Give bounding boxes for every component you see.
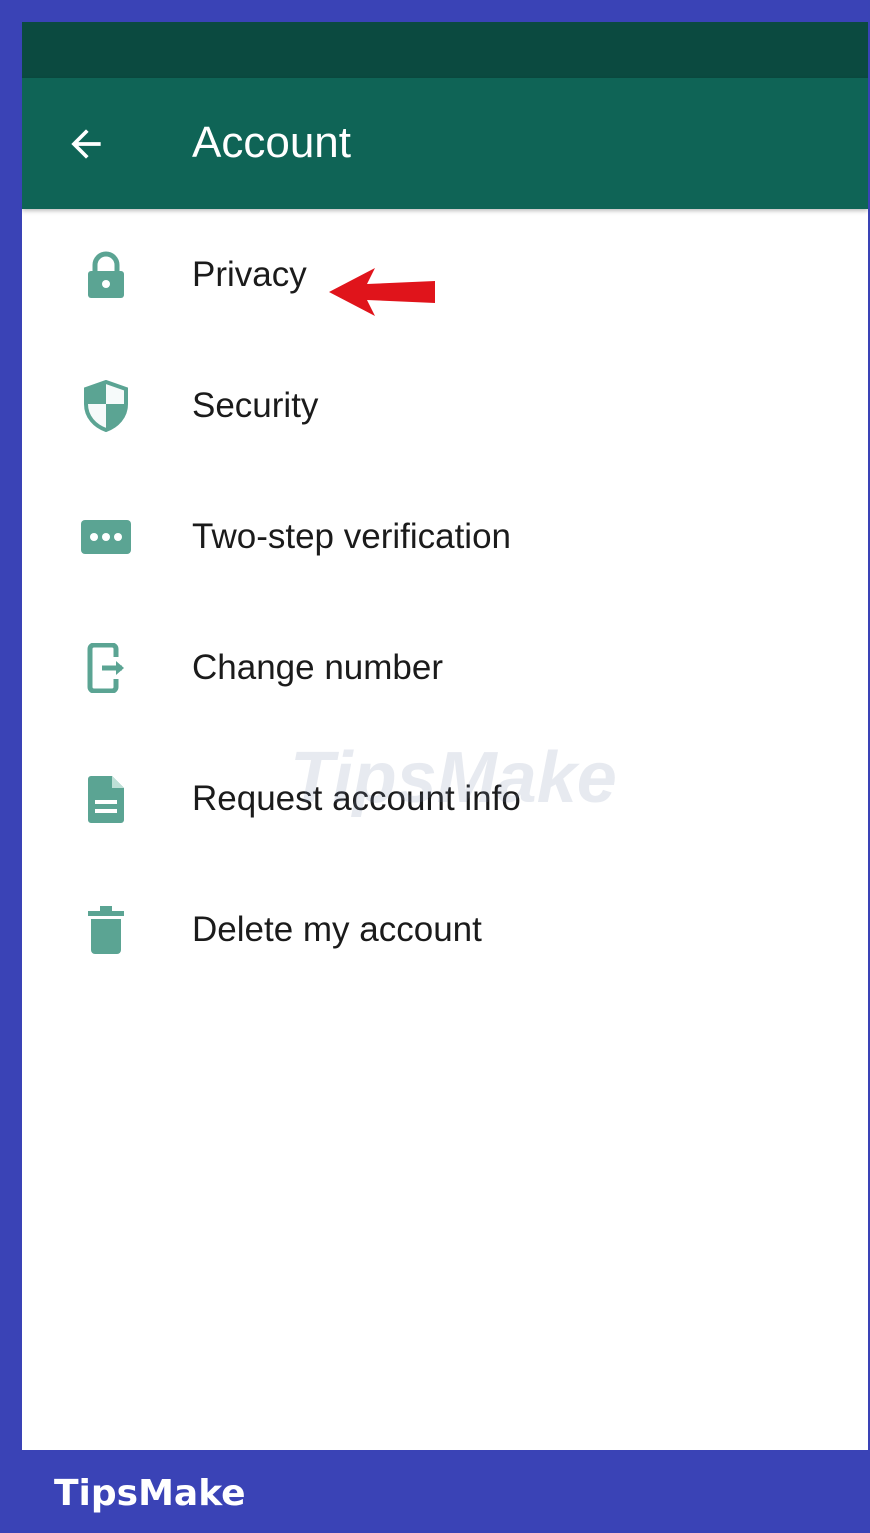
lock-icon: [78, 247, 134, 303]
menu-item-change-number[interactable]: Change number: [22, 602, 868, 733]
menu-item-request-account-info[interactable]: Request account info: [22, 733, 868, 864]
back-button[interactable]: [58, 116, 114, 172]
page-title: Account: [192, 118, 351, 167]
account-settings-list: Privacy Security Two-step verification C…: [22, 209, 868, 995]
menu-item-privacy[interactable]: Privacy: [22, 209, 868, 340]
menu-item-label: Change number: [192, 647, 443, 687]
menu-item-two-step-verification[interactable]: Two-step verification: [22, 471, 868, 602]
password-dots-icon: [78, 509, 134, 565]
menu-item-label: Request account info: [192, 778, 521, 818]
image-frame: Account Privacy Security Two-step verifi…: [0, 0, 870, 1533]
trash-icon: [78, 902, 134, 958]
shield-icon: [78, 378, 134, 434]
menu-item-label: Delete my account: [192, 909, 482, 949]
phone-screen: Account Privacy Security Two-step verifi…: [22, 22, 868, 1450]
annotation-arrow-icon: [329, 268, 435, 316]
document-icon: [78, 771, 134, 827]
status-bar: [22, 22, 868, 78]
menu-item-security[interactable]: Security: [22, 340, 868, 471]
change-number-icon: [78, 640, 134, 696]
menu-item-delete-my-account[interactable]: Delete my account: [22, 864, 868, 995]
footer-brand-logo: TipsMake: [54, 1473, 246, 1514]
menu-item-label: Security: [192, 385, 319, 425]
menu-item-label: Privacy: [192, 254, 307, 294]
menu-item-label: Two-step verification: [192, 516, 512, 556]
app-bar: Account: [22, 78, 868, 209]
back-arrow-icon: [71, 129, 101, 159]
